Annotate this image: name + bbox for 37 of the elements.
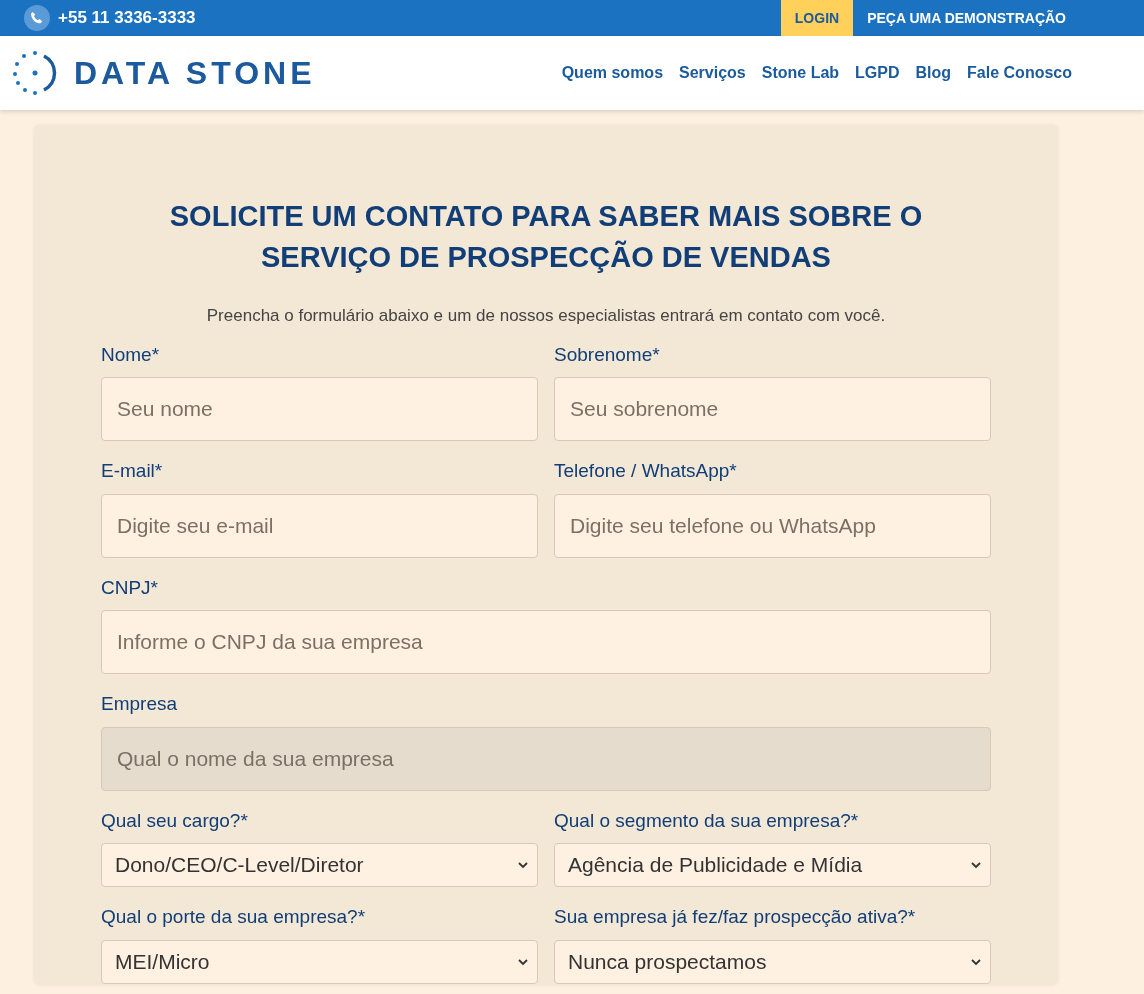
field-label: Telefone / WhatsApp* xyxy=(554,459,738,484)
nav-link[interactable]: LGPD xyxy=(855,61,900,85)
form-subtitle: Preencha o formulário abaixo e um de nossos especialistas entrará em contato com você. xyxy=(205,305,887,328)
phone-number: +55 11 3336-3333 xyxy=(58,7,196,30)
chevron-down-icon xyxy=(518,861,528,870)
dropdown-field[interactable]: Agência de Publicidade e Mídia xyxy=(554,843,991,888)
demo-button[interactable]: PEÇA UMA DEMONSTRAÇÃO xyxy=(853,0,1080,36)
dropdown-field[interactable]: Nunca prospectamos xyxy=(554,939,991,984)
logo-icon xyxy=(12,50,58,96)
nav-link[interactable]: Blog xyxy=(915,61,952,85)
field-label: CNPJ* xyxy=(101,575,159,600)
field-label: E-mail* xyxy=(101,459,164,484)
chevron-down-icon xyxy=(971,861,981,870)
field-label: Nome* xyxy=(101,342,161,367)
input-field[interactable]: Digite seu telefone ou WhatsApp xyxy=(554,493,991,558)
field-label: Sua empresa já fez/faz prospecção ativa?* xyxy=(554,905,917,930)
nav-link[interactable]: Quem somos xyxy=(561,61,664,85)
field-label: Empresa xyxy=(101,692,179,717)
login-button[interactable]: LOGIN xyxy=(780,0,854,36)
input-field[interactable]: Seu nome xyxy=(101,377,538,442)
nav-link[interactable]: Stone Lab xyxy=(761,61,840,85)
nav-link[interactable]: Fale Conosco xyxy=(967,61,1072,85)
dropdown-field[interactable]: MEI/Micro xyxy=(101,939,538,984)
field-label: Qual o porte da sua empresa?* xyxy=(101,905,367,930)
input-field[interactable]: Digite seu e-mail xyxy=(101,493,538,558)
input-field[interactable]: Seu sobrenome xyxy=(554,377,991,442)
input-field[interactable]: Informe o CNPJ da sua empresa xyxy=(101,610,991,675)
form-title: SOLICITE UM CONTATO PARA SABER MAIS SOBRE O SERVIÇO DE PROSPECÇÃO DE VENDAS xyxy=(168,199,924,275)
field-label: Sobrenome* xyxy=(554,342,661,367)
chevron-down-icon xyxy=(971,957,981,966)
phone-icon xyxy=(24,5,50,31)
chevron-down-icon xyxy=(518,957,528,966)
field-label: Qual o segmento da sua empresa?* xyxy=(554,808,860,833)
nav-link[interactable]: Serviços xyxy=(679,61,746,85)
logo-text: DATA STONE xyxy=(74,54,316,93)
dropdown-field[interactable]: Dono/CEO/C-Level/Diretor xyxy=(101,843,538,888)
field-label: Qual seu cargo?* xyxy=(101,808,249,833)
